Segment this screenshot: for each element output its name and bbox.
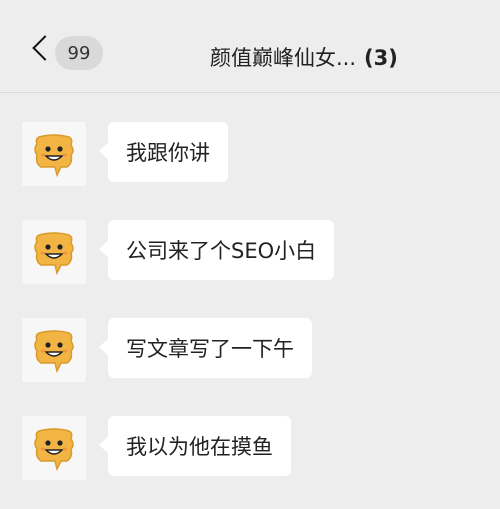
message-text: 我以为他在摸鱼 — [108, 416, 291, 476]
avatar[interactable] — [22, 122, 86, 186]
smiling-block-avatar-icon — [34, 232, 74, 275]
bubble-tail — [99, 436, 109, 454]
member-count: (3) — [364, 46, 398, 70]
message-bubble[interactable]: 写文章写了一下午 — [99, 318, 312, 378]
chat-header: 99 颜值巅峰仙女... (3) — [0, 0, 500, 93]
bubble-tail — [99, 338, 109, 356]
message-bubble[interactable]: 我跟你讲 — [99, 122, 228, 182]
message-text: 公司来了个SEO小白 — [108, 220, 335, 280]
message-row: 我跟你讲 — [22, 122, 442, 188]
message-row: 公司来了个SEO小白 — [22, 220, 442, 286]
message-row: 写文章写了一下午 — [22, 318, 442, 384]
chat-title: 颜值巅峰仙女... (3) — [210, 42, 398, 72]
chevron-left-icon — [32, 35, 58, 61]
avatar[interactable] — [22, 220, 86, 284]
smiling-block-avatar-icon — [34, 428, 74, 471]
back-button[interactable]: 99 — [28, 35, 108, 72]
avatar[interactable] — [22, 416, 86, 480]
message-bubble[interactable]: 我以为他在摸鱼 — [99, 416, 291, 476]
message-row: 我以为他在摸鱼 — [22, 416, 442, 482]
smiling-block-avatar-icon — [34, 330, 74, 373]
bubble-tail — [99, 142, 109, 160]
group-name: 颜值巅峰仙女... — [210, 46, 357, 70]
message-bubble[interactable]: 公司来了个SEO小白 — [99, 220, 335, 280]
unread-count-badge: 99 — [55, 36, 103, 70]
bubble-tail — [99, 240, 109, 258]
message-text: 写文章写了一下午 — [108, 318, 312, 378]
avatar[interactable] — [22, 318, 86, 382]
message-text: 我跟你讲 — [108, 122, 228, 182]
smiling-block-avatar-icon — [34, 134, 74, 177]
